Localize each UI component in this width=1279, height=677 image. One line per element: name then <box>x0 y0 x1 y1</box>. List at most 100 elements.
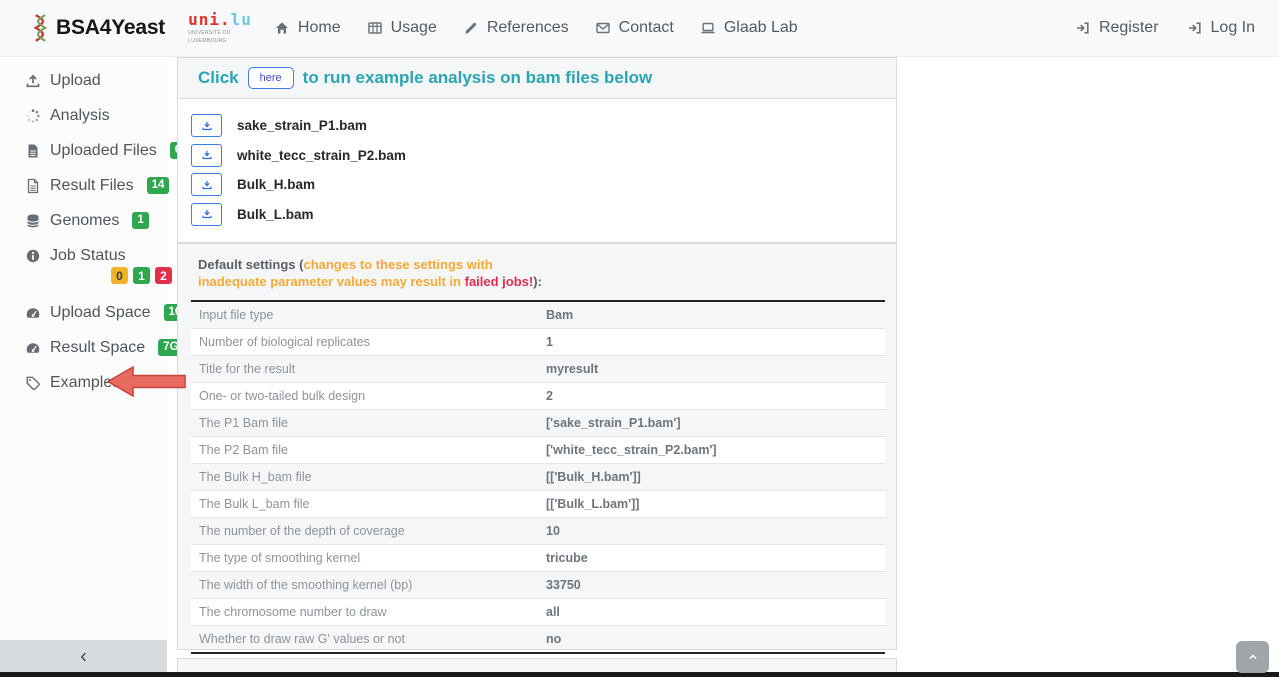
setting-value: Bam <box>538 301 885 329</box>
example-heading-suffix: to run example analysis on bam files bel… <box>303 68 653 88</box>
envelope-icon <box>595 20 611 36</box>
download-button[interactable] <box>191 173 222 196</box>
download-button[interactable] <box>191 144 222 167</box>
sidebar-item-label: Uploaded Files <box>50 142 157 160</box>
table-row: The Bulk H_bam file[['Bulk_H.bam']] <box>191 463 885 490</box>
jobs-running-badge[interactable]: 1 <box>133 267 150 284</box>
setting-label: The width of the smoothing kernel (bp) <box>191 571 538 598</box>
sidebar-item-analysis[interactable]: Analysis <box>0 98 168 133</box>
sidebar-item-genomes[interactable]: Genomes1 <box>0 203 168 238</box>
nav-link-contact[interactable]: Contact <box>595 19 674 37</box>
sidebar-item-result-space[interactable]: Result Space7G <box>0 330 168 365</box>
sidebar-item-result-files[interactable]: Result Files14 <box>0 168 168 203</box>
login-label: Log In <box>1211 19 1255 37</box>
file-solid-icon <box>25 143 41 159</box>
result-files-count-badge: 14 <box>147 177 170 195</box>
page: BSA4Yeast uni.lu UNIVERSITÉ DU LUXEMBOUR… <box>0 0 1279 677</box>
sign-in-icon <box>1075 20 1091 36</box>
setting-value: 1 <box>538 328 885 355</box>
file-name: white_tecc_strain_P2.bam <box>237 148 406 163</box>
pencil-icon <box>463 20 479 36</box>
unilu-logo[interactable]: uni.lu UNIVERSITÉ DU LUXEMBOURG <box>188 12 252 44</box>
setting-value: 33750 <box>538 571 885 598</box>
gauge-icon <box>25 340 41 356</box>
nav-link-glaab-lab[interactable]: Glaab Lab <box>700 19 798 37</box>
setting-label: The Bulk H_bam file <box>191 463 538 490</box>
sidebar-item-label: Upload Space <box>50 304 151 322</box>
sidebar-item-label: Analysis <box>50 107 110 125</box>
download-button[interactable] <box>191 114 222 137</box>
sidebar-item-label: Genomes <box>50 212 119 230</box>
sidebar: Upload Analysis Uploaded Files6 Result F… <box>0 57 168 640</box>
dna-icon <box>30 13 51 43</box>
register-link[interactable]: Register <box>1075 19 1159 37</box>
sidebar-item-uploaded-files[interactable]: Uploaded Files6 <box>0 133 168 168</box>
setting-label: Whether to draw raw G' values or not <box>191 625 538 653</box>
settings-heading-warning: changes to these settings with <box>303 257 492 272</box>
red-arrow-icon <box>107 364 186 399</box>
auth-links: Register Log In <box>1075 19 1255 37</box>
database-icon <box>25 213 41 229</box>
nav-link-usage[interactable]: Usage <box>367 19 437 37</box>
setting-value: no <box>538 625 885 653</box>
table-row: The type of smoothing kerneltricube <box>191 544 885 571</box>
sidebar-item-upload-space[interactable]: Upload Space10G <box>0 295 168 330</box>
sidebar-collapse-button[interactable] <box>0 640 167 673</box>
setting-label: Number of biological replicates <box>191 328 538 355</box>
default-settings-heading: Default settings (changes to these setti… <box>178 244 896 291</box>
brand-name: BSA4Yeast <box>56 16 165 40</box>
list-item: sake_strain_P1.bam <box>191 111 896 141</box>
setting-value: ['sake_strain_P1.bam'] <box>538 409 885 436</box>
download-icon <box>201 120 213 132</box>
sidebar-item-label: Upload <box>50 72 101 90</box>
sign-in-icon <box>1187 20 1203 36</box>
table-row: The number of the depth of coverage10 <box>191 517 885 544</box>
settings-heading-dark: ): <box>533 274 542 289</box>
nav-link-label: Glaab Lab <box>724 19 798 37</box>
table-icon <box>367 20 383 36</box>
setting-label: Title for the result <box>191 355 538 382</box>
table-row: The chromosome number to drawall <box>191 598 885 625</box>
setting-value: myresult <box>538 355 885 382</box>
sidebar-item-upload[interactable]: Upload <box>0 63 168 98</box>
download-icon <box>201 208 213 220</box>
table-row: Title for the resultmyresult <box>191 355 885 382</box>
gauge-icon <box>25 305 41 321</box>
list-item: Bulk_H.bam <box>191 170 896 200</box>
table-row: One- or two-tailed bulk design2 <box>191 382 885 409</box>
table-row: Input file typeBam <box>191 301 885 329</box>
chevron-left-icon <box>77 650 91 664</box>
here-button[interactable]: here <box>248 67 294 89</box>
sidebar-item-label: Job Status <box>50 247 126 265</box>
tag-icon <box>25 375 41 391</box>
file-name: sake_strain_P1.bam <box>237 118 367 133</box>
setting-value: all <box>538 598 885 625</box>
brand[interactable]: BSA4Yeast <box>30 13 165 43</box>
setting-value: 10 <box>538 517 885 544</box>
jobs-pending-badge[interactable]: 0 <box>111 267 128 284</box>
chevron-up-icon <box>1247 651 1259 663</box>
list-item: Bulk_L.bam <box>191 200 896 230</box>
setting-label: The chromosome number to draw <box>191 598 538 625</box>
download-button[interactable] <box>191 203 222 226</box>
download-icon <box>201 179 213 191</box>
top-navbar: BSA4Yeast uni.lu UNIVERSITÉ DU LUXEMBOUR… <box>0 0 1279 57</box>
settings-heading-danger: failed jobs! <box>465 274 534 289</box>
setting-label: Input file type <box>191 301 538 329</box>
example-heading: Click here to run example analysis on ba… <box>178 58 896 99</box>
setting-value: [['Bulk_L.bam']] <box>538 490 885 517</box>
settings-heading-warning: inadequate parameter values may result i… <box>198 274 465 289</box>
nav-link-references[interactable]: References <box>463 19 569 37</box>
login-link[interactable]: Log In <box>1187 19 1255 37</box>
download-icon <box>201 149 213 161</box>
scroll-to-top-button[interactable] <box>1236 641 1269 673</box>
setting-value: ['white_tecc_strain_P2.bam'] <box>538 436 885 463</box>
file-outline-icon <box>25 178 41 194</box>
setting-label: The P2 Bam file <box>191 436 538 463</box>
table-row: Number of biological replicates1 <box>191 328 885 355</box>
setting-value: 2 <box>538 382 885 409</box>
jobs-failed-badge[interactable]: 2 <box>155 267 172 284</box>
job-status-badges: 0 1 2 <box>0 267 172 287</box>
nav-link-home[interactable]: Home <box>274 19 341 37</box>
nav-link-label: References <box>487 19 569 37</box>
